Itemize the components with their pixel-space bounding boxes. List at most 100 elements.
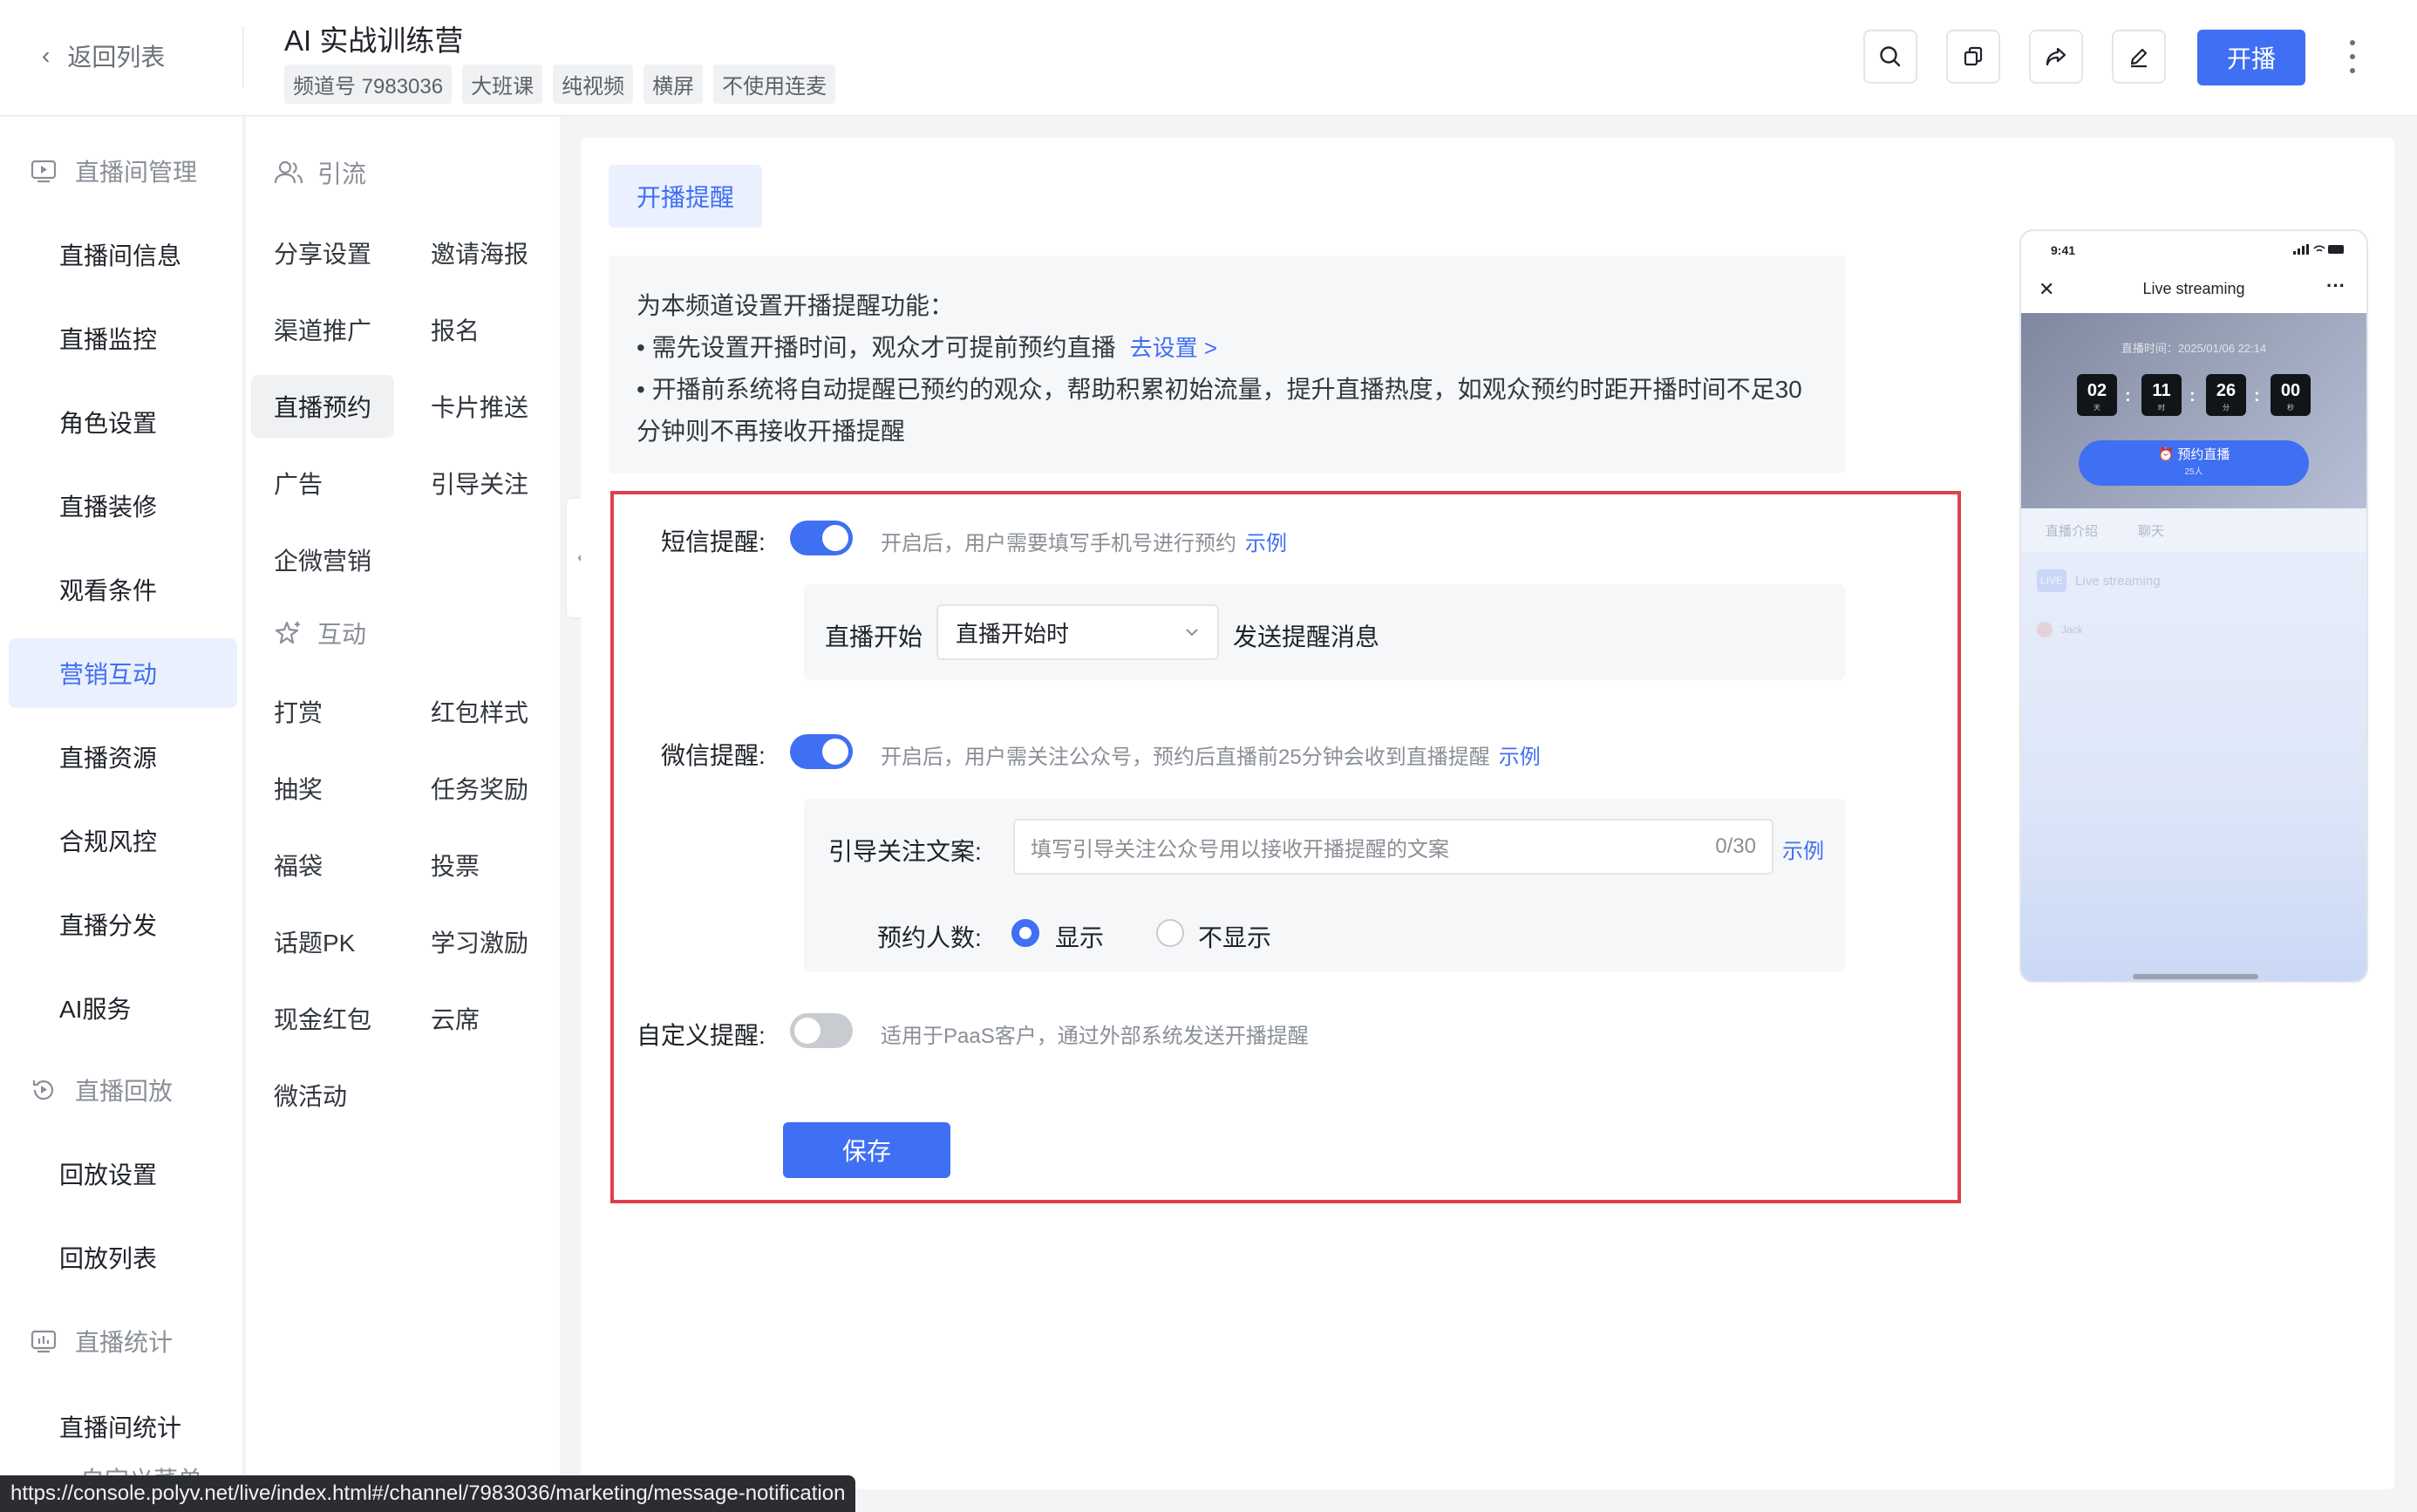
- start-live-button[interactable]: 开播: [2197, 30, 2305, 85]
- sms-example-link[interactable]: 示例: [1245, 532, 1287, 555]
- intro-line: • 需先设置开播时间，观众才可提前预约直播 去设置 >: [637, 327, 1817, 369]
- subnav-item-lottery[interactable]: 抽奖: [246, 757, 351, 820]
- nav-item-conditions[interactable]: 观看条件: [9, 555, 237, 624]
- nav-item-room-stats[interactable]: 直播间统计: [9, 1392, 237, 1461]
- toggle-knob: [794, 1018, 820, 1044]
- sms-hint-text: 开启后，用户需要填写手机号进行预约: [881, 532, 1236, 555]
- sms-hint: 开启后，用户需要填写手机号进行预约 示例: [881, 526, 1287, 556]
- intro-line: • 开播前系统将自动提醒已预约的观众，帮助积累初始流量，提升直播热度，如观众预约…: [637, 376, 1802, 403]
- sms-toggle[interactable]: [790, 521, 853, 555]
- subnav-item-signup[interactable]: 报名: [403, 298, 507, 361]
- subnav-item-cash-redpacket[interactable]: 现金红包: [246, 987, 399, 1050]
- go-set-link[interactable]: 去设置 >: [1130, 335, 1217, 361]
- subnav-item-follow-guide[interactable]: 引导关注: [403, 452, 556, 514]
- sms-suffix: 发送提醒消息: [1233, 623, 1380, 650]
- replay-icon: [32, 1080, 54, 1100]
- wechat-toggle[interactable]: [790, 734, 853, 769]
- users-icon: [274, 160, 303, 184]
- subnav-item-lucky-bag[interactable]: 福袋: [246, 834, 351, 896]
- subnav-group-traffic: 引流: [274, 155, 366, 190]
- nav-item-marketing[interactable]: 营销互动: [9, 638, 237, 708]
- countdown-days: 02 天: [2077, 374, 2117, 416]
- nav-item-ai[interactable]: AI服务: [9, 973, 237, 1043]
- more-dot-icon: [2350, 68, 2355, 73]
- chevron-left-icon: ‹: [42, 42, 51, 69]
- radio-hide[interactable]: [1156, 919, 1184, 947]
- nav-item-roles[interactable]: 角色设置: [9, 387, 237, 457]
- countdown-unit: 分: [2223, 404, 2230, 412]
- sms-prefix: 直播开始: [825, 623, 923, 650]
- wechat-label: 微信提醒:: [661, 742, 766, 769]
- copy-button[interactable]: [1946, 30, 2000, 84]
- radio-show[interactable]: [1011, 919, 1039, 947]
- phone-live-title: Live streaming: [2075, 573, 2161, 589]
- tab-start-reminder[interactable]: 开播提醒: [609, 165, 762, 228]
- subnav-item-cloud-seat[interactable]: 云席: [403, 987, 507, 1050]
- subnav-item-redpacket-style[interactable]: 红包样式: [403, 680, 556, 743]
- nav-group-stats[interactable]: 直播统计: [30, 1324, 173, 1359]
- phone-book-button: ⏰ 预约直播 25人: [2079, 440, 2309, 486]
- countdown-value: 11: [2152, 381, 2171, 400]
- copy-example-link[interactable]: 示例: [1782, 834, 1824, 864]
- nav-item-compliance[interactable]: 合规风控: [9, 806, 237, 875]
- share-button[interactable]: [2029, 30, 2083, 84]
- subnav-item-poster[interactable]: 邀请海报: [403, 221, 556, 284]
- nav-item-playback-settings[interactable]: 回放设置: [9, 1139, 237, 1209]
- intro-line: 分钟则不再接收开播提醒: [637, 418, 906, 445]
- orientation-tag: 横屏: [643, 65, 704, 104]
- subnav-item-tips[interactable]: 打赏: [246, 680, 351, 743]
- subnav-item-wecom[interactable]: 企微营销: [246, 528, 399, 591]
- nav-item-info[interactable]: 直播间信息: [9, 220, 237, 289]
- nav-item-playback-list[interactable]: 回放列表: [9, 1223, 237, 1292]
- phone-tabs: 直播介绍 聊天: [2021, 508, 2366, 552]
- nav-group-label: 直播回放: [75, 1078, 174, 1105]
- save-button[interactable]: 保存: [783, 1122, 950, 1178]
- edit-button[interactable]: [2112, 30, 2166, 84]
- more-menu-button[interactable]: [2344, 35, 2361, 78]
- nav-item-resources[interactable]: 直播资源: [9, 722, 237, 792]
- countdown-unit: 时: [2158, 404, 2165, 412]
- signal-battery-icon: [2293, 244, 2344, 255]
- reservation-count-label: 预约人数:: [877, 924, 982, 951]
- nav-group-label: 直播间管理: [75, 159, 198, 186]
- phone-live-row: LIVE Live streaming: [2037, 569, 2161, 592]
- search-button[interactable]: [1863, 30, 1917, 84]
- nav-item-monitor[interactable]: 直播监控: [9, 303, 237, 373]
- subnav-group-interact: 互动: [274, 616, 366, 650]
- nav-item-decor[interactable]: 直播装修: [9, 471, 237, 541]
- subnav-item-task-reward[interactable]: 任务奖励: [403, 757, 556, 820]
- subnav-item-channel-promo[interactable]: 渠道推广: [246, 298, 399, 361]
- channel-id-tag: 频道号 7983036: [284, 65, 453, 104]
- countdown-colon: :: [2189, 386, 2196, 405]
- marketing-subnav: 引流 分享设置 邀请海报 渠道推广 报名 直播预约 卡片推送 广告 引导关注 企…: [246, 117, 560, 1512]
- home-indicator: [2133, 974, 2258, 979]
- channel-title: AI 实战训练营: [284, 24, 464, 57]
- live-badge: LIVE: [2037, 569, 2067, 592]
- radio-show-label[interactable]: 显示: [1055, 919, 1104, 954]
- search-icon: [1880, 46, 1901, 67]
- avatar: [2037, 622, 2053, 637]
- subnav-group-label: 互动: [317, 621, 367, 648]
- custom-toggle[interactable]: [790, 1013, 853, 1048]
- nav-group-live-manage[interactable]: 直播间管理: [30, 153, 197, 188]
- nav-item-distribution[interactable]: 直播分发: [9, 889, 237, 959]
- nav-group-playback[interactable]: 直播回放: [30, 1073, 173, 1107]
- book-label: 预约直播: [2177, 447, 2230, 462]
- subnav-item-ads[interactable]: 广告: [246, 452, 351, 514]
- follow-copy-input[interactable]: 填写引导关注公众号用以接收开播提醒的文案 0/30: [1013, 819, 1774, 875]
- subnav-item-reservation[interactable]: 直播预约: [251, 375, 394, 438]
- phone-hero: 直播时间：2025/01/06 22:14 02 天 : 11 时 : 26 分 : …: [2021, 313, 2366, 508]
- subnav-item-card-push[interactable]: 卡片推送: [403, 375, 556, 438]
- subnav-item-vote[interactable]: 投票: [403, 834, 507, 896]
- subnav-item-topic-pk[interactable]: 话题PK: [246, 910, 383, 973]
- subnav-item-share[interactable]: 分享设置: [246, 221, 399, 284]
- subnav-item-learning-incentive[interactable]: 学习激励: [403, 910, 556, 973]
- back-to-list-button[interactable]: ‹ 返回列表: [42, 38, 165, 73]
- subnav-item-micro-activity[interactable]: 微活动: [246, 1064, 375, 1127]
- class-type-tag: 大班课: [462, 65, 543, 104]
- channel-tags: 频道号 7983036 大班课 纯视频 横屏 不使用连麦: [284, 65, 836, 104]
- sms-timing-select[interactable]: 直播开始时: [936, 604, 1219, 660]
- phone-live-time: 直播时间：2025/01/06 22:14: [2121, 342, 2267, 355]
- radio-hide-label[interactable]: 不显示: [1198, 919, 1271, 954]
- wechat-example-link[interactable]: 示例: [1499, 746, 1541, 769]
